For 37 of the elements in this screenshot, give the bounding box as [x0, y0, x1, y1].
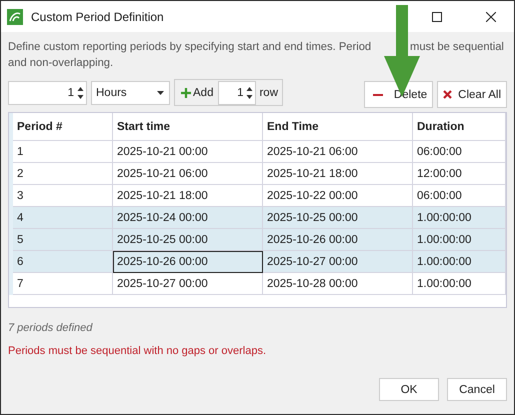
table-cell[interactable]: 1.00:00:00: [413, 273, 506, 295]
table-row[interactable]: 7 2025-10-27 00:00 2025-10-28 00:00 1.00:00:00: [9, 273, 506, 295]
table-cell[interactable]: 2025-10-26 00:00: [113, 251, 263, 273]
table-cell[interactable]: 2025-10-28 00:00: [263, 273, 413, 295]
validation-error-text: Periods must be sequential with no gaps or overlaps.: [8, 345, 268, 357]
add-button[interactable]: Add: [179, 79, 216, 106]
table-cell[interactable]: 7: [13, 273, 113, 295]
maximize-icon: [432, 12, 442, 22]
spinner-arrows-icon[interactable]: [246, 86, 254, 100]
table-row[interactable]: 3 2025-10-21 18:00 2025-10-22 00:00 06:00:00: [9, 185, 506, 207]
app-logo-icon: [7, 8, 23, 24]
table-row[interactable]: 6 2025-10-26 00:00 2025-10-27 00:00 1.00:00:00: [9, 251, 506, 273]
close-icon: [443, 90, 452, 99]
plus-icon: [181, 88, 191, 98]
table-row[interactable]: 5 2025-10-25 00:00 2025-10-26 00:00 1.00:00:00: [9, 229, 506, 251]
table-row[interactable]: 4 2025-10-24 00:00 2025-10-25 00:00 1.00:00:00: [9, 207, 506, 229]
table-row[interactable]: 2 2025-10-21 06:00 2025-10-21 18:00 12:00:00: [9, 163, 506, 185]
ok-button[interactable]: OK: [379, 378, 439, 401]
delete-button[interactable]: Delete: [364, 81, 434, 108]
unit-dropdown[interactable]: Hours: [91, 80, 170, 104]
row-count-spinner[interactable]: 1: [218, 80, 256, 104]
interval-spinner[interactable]: 1: [8, 80, 87, 104]
spinner-arrows-icon[interactable]: [77, 86, 84, 100]
row-label: row: [259, 86, 278, 98]
period-count-text: 7 periods defined: [8, 322, 94, 334]
description-text: must be sequential: [410, 40, 504, 55]
table-cell[interactable]: 2025-10-25 00:00: [113, 229, 263, 251]
table-cell[interactable]: 2025-10-27 00:00: [113, 273, 263, 295]
description-text: Define custom reporting periods by specifying start and end times. Period: [8, 40, 372, 55]
description-text: and non-overlapping.: [8, 56, 114, 71]
close-icon: [486, 12, 496, 22]
minus-icon: [372, 94, 383, 96]
clear-all-button[interactable]: Clear All: [437, 81, 507, 108]
cancel-button[interactable]: Cancel: [447, 378, 507, 401]
table-row[interactable]: 1 2025-10-21 00:00 2025-10-21 06:00 06:00:00: [9, 141, 506, 163]
caret-icon: [157, 90, 164, 94]
window-title: Custom Period Definition: [31, 10, 165, 24]
